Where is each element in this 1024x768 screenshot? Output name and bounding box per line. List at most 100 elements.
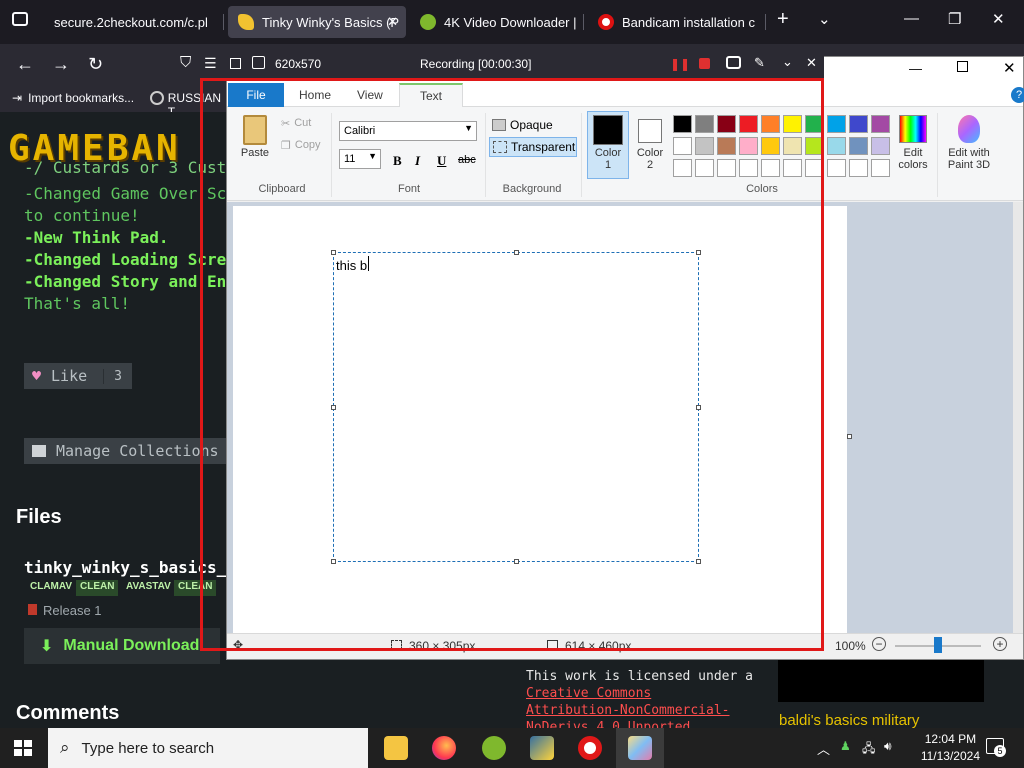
clock-time: 12:04 PM — [924, 732, 977, 746]
bandicam-icon[interactable] — [578, 736, 602, 760]
zoom-in-icon[interactable]: + — [993, 637, 1007, 651]
divider — [937, 113, 938, 197]
tab-list-icon[interactable] — [12, 12, 28, 26]
windows-start-icon[interactable] — [14, 740, 32, 756]
collection-icon — [32, 445, 46, 457]
manual-download-button[interactable]: ⬇ Manual Download — [24, 628, 220, 664]
bookmarks-bar: ⇥ Import bookmarks... RUSSIAN T — [0, 84, 230, 119]
tab-title: secure.2checkout.com/c.pl — [54, 14, 208, 30]
license-link[interactable]: Creative Commons — [526, 686, 651, 701]
tab-title: Bandicam installation c — [622, 14, 755, 30]
stop-icon[interactable] — [699, 58, 710, 69]
tab-4k-downloader[interactable]: 4K Video Downloader | — [410, 6, 584, 38]
user-tray-icon[interactable]: ♟ — [840, 739, 851, 753]
like-count: 3 — [103, 368, 132, 384]
fullscreen-icon[interactable] — [230, 58, 241, 69]
zoom-slider-thumb[interactable] — [934, 637, 942, 653]
paint-minimize-icon[interactable]: — — [909, 61, 922, 76]
color-swatch[interactable] — [827, 115, 846, 133]
close-window-icon[interactable]: ✕ — [992, 10, 1005, 28]
color-swatch[interactable] — [849, 159, 868, 177]
camera-icon[interactable] — [726, 56, 741, 69]
comments-heading: Comments — [16, 702, 120, 724]
rainbow-palette-icon — [899, 115, 927, 143]
lock-icon[interactable]: ⛉ — [180, 54, 191, 71]
reload-icon[interactable]: ↻ — [88, 54, 103, 75]
recording-status: Recording [00:00:30] — [420, 57, 532, 71]
file-name: tinky_winky_s_basics_ — [24, 558, 227, 577]
files-heading: Files — [16, 506, 62, 528]
file-explorer-icon[interactable] — [384, 736, 408, 760]
color-swatch[interactable] — [827, 159, 846, 177]
color-swatch[interactable] — [849, 137, 868, 155]
tag-clamav: CLAMAV — [30, 581, 73, 592]
bandicam-favicon-icon — [598, 14, 614, 30]
paint3d-label: Edit with Paint 3D — [947, 147, 991, 171]
region-select-icon[interactable] — [252, 56, 265, 69]
edit-colors-label: Edit colors — [898, 147, 928, 171]
4k-downloader-icon[interactable] — [482, 736, 506, 760]
color-swatch[interactable] — [871, 137, 890, 155]
changelog-line: -Changed Story and En — [24, 272, 227, 291]
active-app-highlight — [616, 728, 664, 768]
pause-icon[interactable]: ❚❚ — [670, 57, 690, 71]
import-bookmarks-label: Import bookmarks... — [28, 91, 135, 105]
related-game-thumbnail[interactable] — [778, 660, 984, 702]
collapse-chevron-icon[interactable]: ⌄ — [782, 54, 793, 70]
browser-tab-bar: secure.2checkout.com/c.pl Tinky Winky's … — [0, 0, 1024, 44]
vertical-scrollbar[interactable] — [1013, 202, 1023, 633]
edit-colors-button[interactable]: Edit colors — [893, 115, 933, 171]
tray-chevron-icon[interactable]: ︿ — [817, 739, 830, 758]
changelog-line: to continue! — [24, 206, 140, 225]
color-swatch[interactable] — [871, 115, 890, 133]
release-text: Release 1 — [43, 603, 102, 618]
package-icon — [28, 604, 37, 615]
network-icon[interactable]: 🖧 — [862, 739, 875, 760]
license-link[interactable]: Attribution-NonCommercial- — [526, 703, 730, 718]
clock-date: 11/13/2024 — [920, 749, 980, 763]
changelog-line: That's all! — [24, 294, 130, 313]
tab-bandicam[interactable]: Bandicam installation c — [588, 6, 766, 38]
changelog-line: -Changed Loading Scre — [24, 250, 227, 269]
tab-2checkout[interactable]: secure.2checkout.com/c.pl — [44, 6, 224, 38]
color-swatch[interactable] — [827, 137, 846, 155]
recorder-close-icon[interactable]: ✕ — [806, 55, 817, 71]
restore-icon[interactable]: ❐ — [948, 10, 961, 28]
minimize-icon[interactable]: — — [904, 10, 919, 27]
firefox-icon[interactable] — [432, 736, 456, 760]
tag-avastav: AVASTAV — [126, 581, 171, 592]
taskbar: ⌕ Type here to search ︿ ♟ 🖧 🔊︎ 12:04 PM … — [0, 728, 1024, 768]
edit-with-paint3d-button[interactable]: Edit with Paint 3D — [943, 115, 995, 171]
pencil-icon[interactable]: ✎ — [754, 55, 765, 71]
zoom-out-icon[interactable]: − — [872, 637, 886, 651]
recorder-toolbar: ⛉ ☰ 620x570 Recording [00:00:30] ❚❚ ✎ ⌄ … — [172, 50, 824, 78]
notification-count: 5 — [994, 745, 1006, 757]
search-icon: ⌕ — [60, 738, 70, 757]
forward-icon[interactable]: → — [52, 54, 70, 75]
like-button[interactable]: ♥ Like 3 — [24, 363, 132, 389]
back-icon[interactable]: ← — [16, 54, 34, 75]
menu-icon[interactable]: ☰ — [204, 55, 217, 72]
canvas-resize-handle[interactable] — [847, 434, 852, 439]
python-idle-icon[interactable] — [530, 736, 554, 760]
color-swatch[interactable] — [849, 115, 868, 133]
related-game-title[interactable]: baldi's basics military — [779, 712, 919, 729]
search-placeholder: Type here to search — [81, 739, 215, 757]
paint-close-icon[interactable]: ✕ — [1003, 59, 1016, 77]
tab-overflow-chevron-icon[interactable]: ⌄ — [818, 10, 831, 28]
color-swatch[interactable] — [871, 159, 890, 177]
manage-collections-button[interactable]: Manage Collections — [24, 438, 226, 464]
volume-icon[interactable]: 🔊︎ — [884, 739, 892, 754]
help-icon[interactable]: ? — [1011, 87, 1024, 103]
system-clock[interactable]: 12:04 PM 11/13/2024 — [921, 731, 980, 765]
tab-tinky-winky[interactable]: Tinky Winky's Basics (P ✕ — [228, 6, 406, 38]
taskbar-search[interactable]: ⌕ Type here to search — [48, 728, 368, 768]
download-arrow-icon: ⬇ — [40, 638, 54, 655]
import-bookmarks[interactable]: ⇥ Import bookmarks... — [12, 91, 134, 105]
like-label: Like — [51, 367, 88, 385]
recording-size: 620x570 — [275, 57, 322, 71]
paint-maximize-icon[interactable] — [957, 61, 968, 72]
changelog-line: -New Think Pad. — [24, 228, 169, 247]
new-tab-icon[interactable]: + — [777, 8, 789, 31]
tab-close-icon[interactable]: ✕ — [387, 14, 398, 30]
